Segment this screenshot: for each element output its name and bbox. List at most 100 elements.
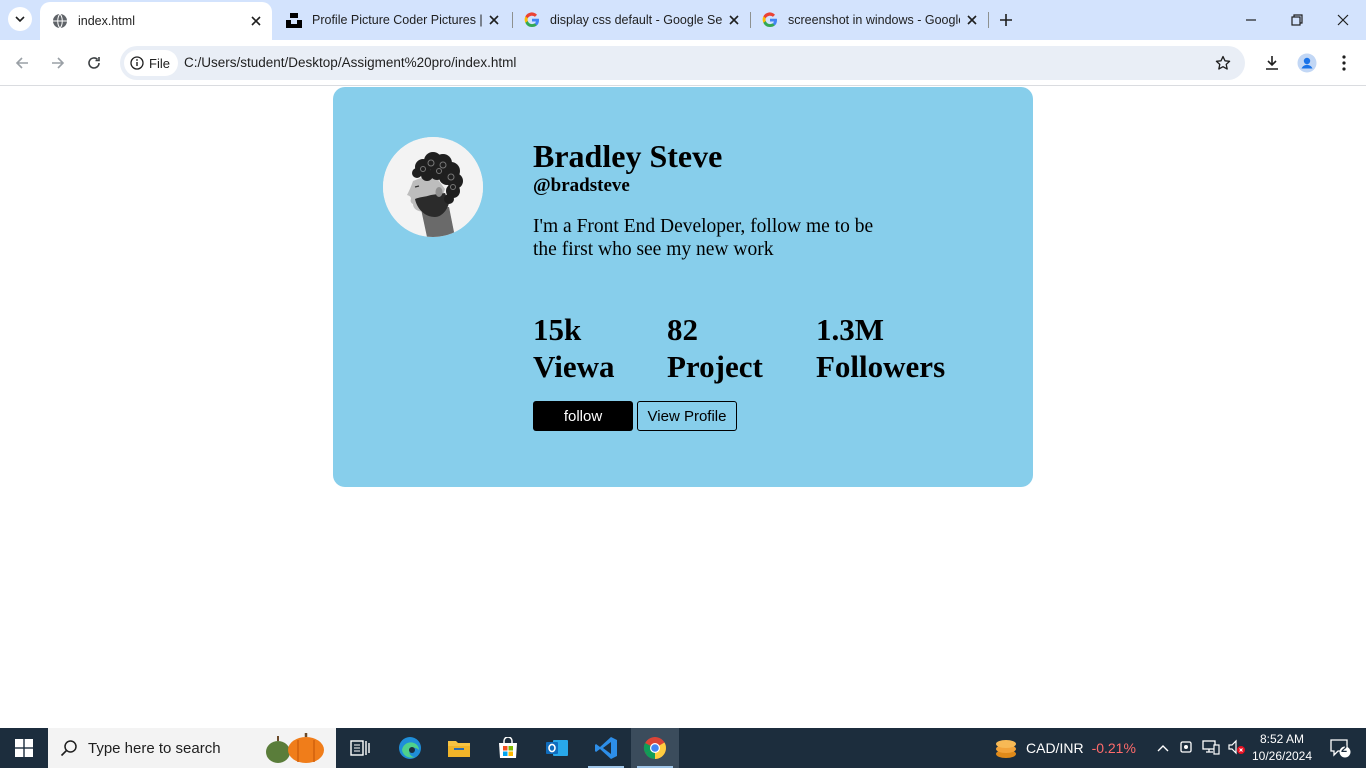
profile-name: Bradley Steve: [533, 138, 723, 174]
profile-stats: 15k Viewa 82 Project 1.3M Followers: [533, 311, 945, 385]
task-view-button[interactable]: [336, 728, 384, 768]
task-view-icon: [350, 740, 370, 756]
stat-followers: 1.3M Followers: [816, 311, 945, 385]
tab-unsplash[interactable]: Profile Picture Coder Pictures | Unsplas…: [274, 0, 510, 40]
show-hidden-icons-chevron-icon[interactable]: [1156, 740, 1170, 756]
stat-projects: 82 Project: [667, 311, 816, 385]
tab-google-display-css[interactable]: display css default - Google Search: [512, 0, 750, 40]
back-button[interactable]: [8, 49, 36, 77]
browser-tab-strip: index.html Profile Picture Coder Picture…: [0, 0, 1366, 40]
reload-button[interactable]: [80, 49, 108, 77]
avatar: [383, 137, 483, 237]
search-icon: [60, 739, 78, 757]
kebab-menu-icon: [1342, 55, 1346, 71]
vscode-icon: [595, 737, 617, 759]
address-bar[interactable]: File C:/Users/student/Desktop/Assigment%…: [120, 46, 1245, 80]
notification-icon: [1330, 739, 1351, 758]
start-button[interactable]: [0, 728, 48, 768]
profile-button[interactable]: [1293, 49, 1321, 77]
tab-index-html[interactable]: index.html: [40, 2, 272, 40]
close-tab-icon[interactable]: [722, 8, 746, 32]
account-icon: [1297, 53, 1317, 73]
taskbar-microsoft-store[interactable]: [484, 728, 532, 768]
tab-separator: [988, 12, 989, 28]
minimize-icon: [1246, 19, 1256, 21]
chevron-down-icon: [15, 16, 25, 23]
site-info-label: File: [149, 55, 170, 71]
new-tab-button[interactable]: [994, 8, 1018, 32]
stat-value: 1.3M: [816, 312, 885, 347]
minimize-button[interactable]: [1228, 0, 1274, 40]
system-clock[interactable]: 8:52 AM 10/26/2024: [1248, 731, 1316, 765]
tab-title: Profile Picture Coder Pictures | Unsplas…: [312, 13, 482, 27]
close-tab-icon[interactable]: [482, 8, 506, 32]
restore-icon: [1291, 14, 1303, 26]
search-highlight-pumpkins-icon: [262, 732, 328, 764]
url-text[interactable]: C:/Users/student/Desktop/Assigment%20pro…: [184, 55, 516, 70]
download-icon: [1266, 56, 1278, 70]
stat-value: 15k: [533, 312, 582, 347]
windows-taskbar: Type here to search CAD/INR -0.21% 8:52 …: [0, 728, 1366, 768]
notification-center-button[interactable]: 2: [1322, 728, 1358, 768]
chrome-icon: [643, 737, 666, 759]
close-window-button[interactable]: [1320, 0, 1366, 40]
tab-search-button[interactable]: [8, 7, 32, 31]
bookmark-button[interactable]: [1211, 51, 1235, 75]
plus-icon: [1000, 14, 1012, 26]
search-placeholder: Type here to search: [88, 739, 221, 757]
taskbar-outlook[interactable]: [533, 728, 581, 768]
forward-button[interactable]: [44, 49, 72, 77]
page-viewport: Bradley Steve @bradsteve I'm a Front End…: [0, 87, 1366, 728]
google-icon: [762, 12, 778, 28]
arrow-right-icon: [52, 57, 65, 69]
stock-ticker[interactable]: CAD/INR -0.21%: [994, 728, 1136, 768]
profile-photo: [383, 137, 483, 237]
store-icon: [499, 737, 517, 758]
taskbar-chrome[interactable]: [631, 728, 679, 768]
clock-date: 10/26/2024: [1251, 749, 1313, 763]
taskbar-edge[interactable]: [386, 728, 434, 768]
downloads-button[interactable]: [1258, 49, 1286, 77]
browser-toolbar: File C:/Users/student/Desktop/Assigment%…: [0, 40, 1366, 86]
network-icon[interactable]: [1202, 739, 1220, 758]
globe-icon: [52, 13, 68, 29]
star-icon: [1215, 55, 1231, 70]
close-tab-icon[interactable]: [960, 8, 984, 32]
ticker-change: -0.21%: [1091, 740, 1136, 756]
stat-views: 15k Viewa: [533, 311, 667, 385]
stat-value: 82: [667, 312, 698, 347]
tab-title: display css default - Google Search: [550, 13, 722, 27]
stat-label: Followers: [816, 349, 946, 384]
edge-icon: [399, 737, 421, 759]
google-icon: [524, 12, 540, 28]
arrow-left-icon: [15, 57, 28, 69]
close-tab-icon[interactable]: [244, 9, 268, 33]
taskbar-file-explorer[interactable]: [435, 728, 483, 768]
tab-google-screenshot[interactable]: screenshot in windows - Google Search: [750, 0, 988, 40]
system-tray-icons: [1156, 728, 1246, 768]
profile-handle: @bradsteve: [533, 175, 630, 196]
volume-muted-icon[interactable]: [1228, 739, 1246, 758]
windows-logo-icon: [15, 739, 33, 757]
ticker-symbol: CAD/INR: [1026, 740, 1084, 756]
follow-button[interactable]: follow: [533, 401, 633, 431]
info-icon: [130, 56, 144, 70]
taskbar-search-box[interactable]: Type here to search: [48, 728, 336, 768]
notification-count: 2: [1341, 743, 1348, 755]
folder-icon: [448, 741, 470, 757]
profile-actions: follow View Profile: [533, 401, 737, 431]
taskbar-vscode[interactable]: [582, 728, 630, 768]
clock-time: 8:52 AM: [1259, 732, 1305, 746]
stat-label: Project: [667, 349, 763, 384]
outlook-icon: [546, 740, 568, 756]
meet-now-icon[interactable]: [1178, 739, 1194, 758]
site-info-chip[interactable]: File: [124, 50, 178, 76]
view-profile-button[interactable]: View Profile: [637, 401, 737, 431]
profile-info: Bradley Steve @bradsteve I'm a Front End…: [533, 137, 893, 261]
browser-menu-button[interactable]: [1330, 49, 1358, 77]
tab-title: screenshot in windows - Google Search: [788, 13, 960, 27]
reload-icon: [88, 57, 100, 69]
restore-button[interactable]: [1274, 0, 1320, 40]
close-icon: [1337, 14, 1349, 26]
profile-bio: I'm a Front End Developer, follow me to …: [533, 216, 874, 260]
